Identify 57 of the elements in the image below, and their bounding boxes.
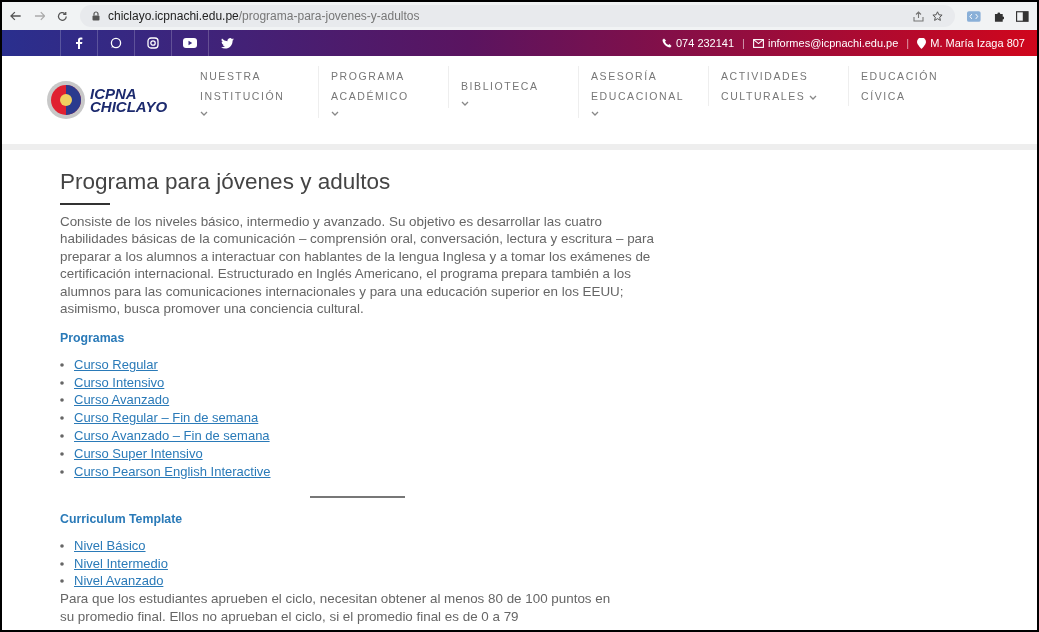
camera-icon[interactable] — [147, 37, 159, 49]
bullet-icon — [60, 543, 64, 548]
url-text: chiclayo.icpnachi.edu.pe/programa-para-jovenes-y-adultos — [108, 8, 420, 25]
section-heading: Curriculum Template — [60, 511, 184, 529]
lock-icon — [92, 11, 100, 21]
chat-bubble-icon[interactable] — [110, 37, 122, 49]
page-title: Programa para jóvenes y adultos — [60, 168, 392, 196]
reload-icon[interactable] — [57, 10, 68, 22]
nav-menu-item[interactable]: NUESTRA INSTITUCIÓN — [200, 66, 285, 118]
bullet-icon — [60, 380, 64, 385]
separator-text: | — [906, 35, 910, 51]
bird-icon[interactable] — [220, 37, 234, 49]
course-link[interactable]: Nivel Avanzado — [74, 572, 164, 591]
location-pin-icon — [917, 37, 927, 49]
play-icon[interactable] — [183, 38, 197, 48]
bullet-icon — [60, 451, 64, 456]
grading-paragraph: Para que los estudiantes aprueben el ciclo, necesitan obtener al menos 80 de 100 puntos en su promedio final. Ellos no aprueban el ciclo, si el promedio final es de 0 a 79 — [60, 590, 612, 626]
course-link[interactable]: Curso Avanzado – Fin de semana — [74, 427, 270, 445]
envelope-icon — [752, 38, 764, 48]
side-panel-icon[interactable] — [1016, 10, 1029, 22]
logo-text: ICPNA — [90, 87, 138, 100]
nav-menu-item[interactable]: ACTIVIDADES CULTURALES — [721, 66, 818, 106]
separator-text: | — [742, 35, 745, 51]
course-link[interactable]: Curso Super Intensivo — [74, 444, 203, 463]
bullet-icon — [60, 362, 64, 367]
nav-menu-item[interactable]: ASESORÍA EDUCACIONAL — [591, 66, 685, 118]
course-link[interactable]: Nivel Intermedio — [74, 554, 168, 573]
course-link[interactable]: Curso Regular — [74, 355, 158, 374]
share-icon[interactable] — [913, 10, 925, 22]
address-text: M. María Izaga 807 — [930, 35, 1025, 51]
section-heading: Programas — [60, 330, 126, 348]
logo-text: CHICLAYO — [90, 100, 168, 113]
intro-paragraph: Consiste de los niveles básico, intermedio y avanzado. Su objetivo es desarrollar las cuatro habilidades básicas de la comunicación – comprensión oral, conversación, lectura y escritura – para preparar a los alumnos a interactuar con hablantes de la lengua Inglesa y a tomar los exámenes de certificación internacional. Estructurado en Inglés Americano, el programa prepara también a los alumnos para las comunicaciones internacionales y para una educación superior en los EEUU; asimismo, busca promover una conciencia cultural. — [60, 213, 655, 318]
bullet-icon — [60, 433, 64, 438]
bullet-icon — [60, 579, 64, 584]
course-link[interactable]: Nivel Básico — [74, 536, 146, 555]
nav-menu-item[interactable]: PROGRAMA ACADÉMICO — [331, 66, 409, 118]
bullet-icon — [60, 398, 64, 403]
bullet-icon — [60, 469, 64, 474]
nav-menu-item[interactable]: BIBLIOTECA — [461, 66, 539, 108]
puzzle-icon[interactable] — [992, 10, 1005, 22]
bullet-icon — [60, 561, 64, 566]
phone-number: 074 232141 — [675, 35, 735, 51]
course-link[interactable]: Curso Pearson English Interactive — [74, 462, 271, 481]
nav-menu-item[interactable]: EDUCACIÓN CÍVICA — [861, 66, 939, 106]
facebook-icon[interactable] — [75, 37, 83, 49]
address-field[interactable]: chiclayo.icpnachi.edu.pe/programa-para-jovenes-y-adultos — [80, 5, 956, 27]
back-arrow-icon[interactable] — [10, 11, 22, 21]
course-link[interactable]: Curso Intensivo — [74, 373, 165, 392]
course-link[interactable]: Curso Regular – Fin de semana — [74, 409, 259, 428]
email-link[interactable]: informes@icpnachi.edu.pe — [767, 34, 899, 52]
course-link[interactable]: Curso Avanzado — [74, 391, 170, 410]
site-logo[interactable]: ICPNA CHICLAYO — [46, 80, 188, 120]
logo-emblem-icon — [46, 80, 86, 120]
phone-icon — [661, 38, 672, 48]
bullet-icon — [60, 416, 64, 421]
star-icon[interactable] — [932, 10, 944, 22]
